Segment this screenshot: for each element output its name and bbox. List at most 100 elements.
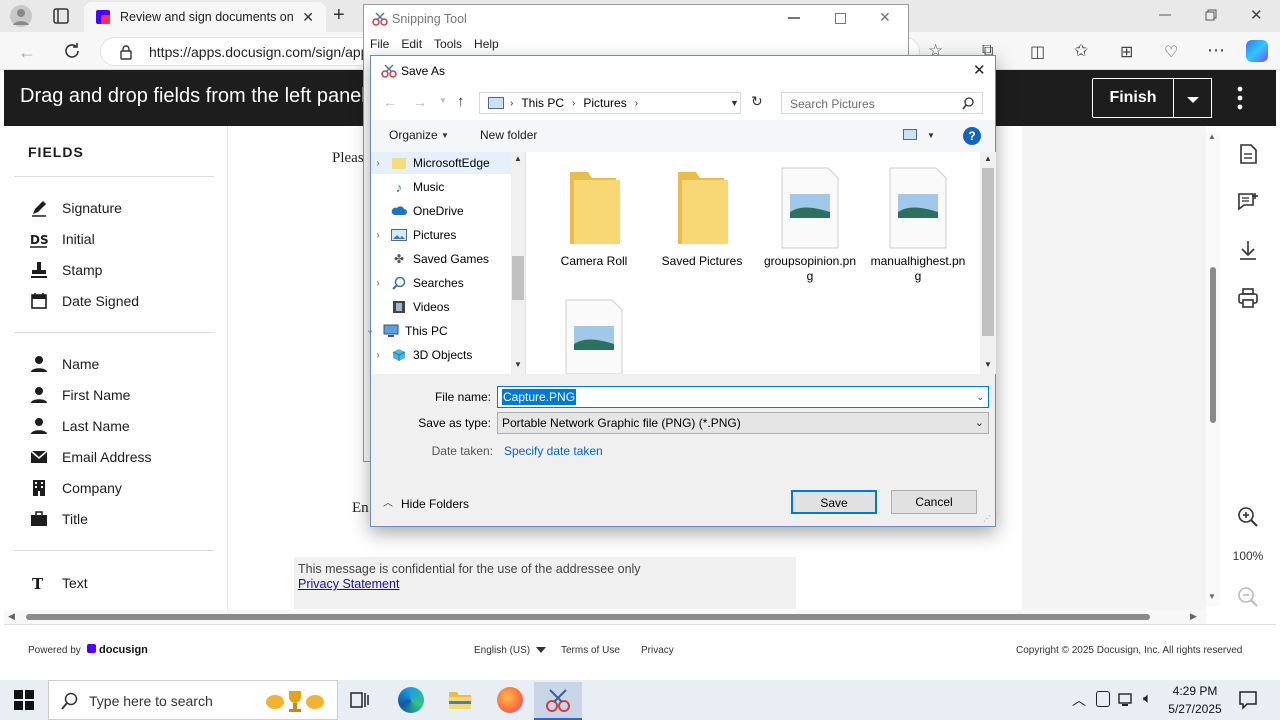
clock-date[interactable]: 5/27/2025 — [1166, 702, 1224, 716]
more-icon[interactable]: ⋯ — [1207, 40, 1225, 61]
file-item-saved-pictures[interactable]: Saved Pictures — [654, 166, 750, 269]
document-icon[interactable] — [1237, 143, 1259, 165]
privacy-statement-link[interactable]: Privacy Statement — [298, 577, 399, 591]
restore-browser-icon[interactable] — [1204, 8, 1218, 22]
edge-taskbar-icon[interactable] — [398, 687, 424, 713]
zoom-out-icon[interactable] — [1237, 586, 1259, 608]
task-view-icon[interactable] — [350, 690, 370, 710]
menu-edit[interactable]: Edit — [395, 37, 428, 51]
scroll-thumb[interactable] — [982, 168, 994, 336]
field-initial[interactable]: DS Initial — [30, 227, 95, 251]
save-type-select[interactable]: Portable Network Graphic file (PNG) (*.P… — [497, 412, 989, 434]
breadcrumb[interactable]: › This PC › Pictures › ▼ — [479, 92, 741, 114]
view-options-icon[interactable] — [903, 129, 917, 140]
organize-button[interactable]: Organize — [389, 128, 438, 142]
new-tab-button[interactable]: + — [333, 4, 345, 27]
tree-item-music[interactable]: ♪ Music — [371, 176, 511, 198]
profile-avatar[interactable] — [10, 5, 32, 27]
terms-of-use-link[interactable]: Terms of Use — [561, 645, 620, 656]
recent-locations-icon[interactable]: ▼ — [439, 96, 447, 105]
scroll-thumb[interactable] — [1210, 267, 1216, 423]
cancel-button[interactable]: Cancel — [891, 490, 977, 514]
back-icon[interactable]: ← — [383, 94, 397, 110]
field-date-signed[interactable]: Date Signed — [30, 289, 139, 313]
file-item-image[interactable] — [546, 298, 642, 374]
kebab-menu-icon[interactable] — [1234, 84, 1246, 112]
field-first-name[interactable]: First Name — [30, 383, 130, 407]
menu-help[interactable]: Help — [468, 37, 505, 51]
scroll-up-icon[interactable]: ▲ — [984, 154, 992, 163]
hide-folders-chevron-icon[interactable]: ︿ — [383, 494, 393, 509]
field-company[interactable]: Company — [30, 476, 122, 500]
scroll-down-icon[interactable]: ▼ — [514, 360, 522, 369]
privacy-link[interactable]: Privacy — [641, 645, 674, 656]
chevron-down-icon[interactable]: ▼ — [441, 131, 449, 140]
field-last-name[interactable]: Last Name — [30, 414, 130, 438]
language-selector[interactable]: English (US) — [474, 645, 530, 656]
chevron-down-icon[interactable]: ⌄ — [975, 416, 984, 429]
save-as-titlebar[interactable]: Save As ✕ — [371, 56, 995, 86]
refresh-icon[interactable]: ↻ — [751, 93, 763, 110]
field-signature[interactable]: Signature — [30, 196, 122, 220]
print-icon[interactable] — [1237, 287, 1259, 309]
chevron-down-icon[interactable]: ⌄ — [976, 392, 984, 403]
field-name[interactable]: Name — [30, 352, 99, 376]
taskbar-search-box[interactable]: Type here to search — [48, 680, 338, 720]
tree-item-pictures[interactable]: › Pictures — [371, 224, 511, 246]
split-screen-icon[interactable]: ◫ — [1030, 42, 1045, 62]
close-icon[interactable]: ✕ — [973, 61, 986, 79]
snipping-tool-taskbar-icon[interactable] — [534, 682, 582, 720]
field-title[interactable]: Title — [30, 507, 88, 531]
file-list-scrollbar[interactable]: ▲ ▼ — [980, 152, 996, 374]
minimize-browser-icon[interactable] — [1158, 8, 1172, 22]
notification-center-icon[interactable] — [1238, 690, 1258, 710]
scroll-up-icon[interactable]: ▲ — [1208, 132, 1216, 141]
horizontal-scrollbar[interactable]: ◀ ▶ — [4, 610, 1206, 624]
menu-file[interactable]: File — [364, 37, 395, 51]
snipping-tool-titlebar[interactable]: Snipping Tool ✕ — [364, 5, 908, 33]
chevron-down-icon[interactable]: ▼ — [730, 98, 739, 108]
field-text[interactable]: T Text — [30, 571, 88, 595]
specify-date-taken-link[interactable]: Specify date taken — [504, 444, 603, 458]
expand-chevron-icon[interactable]: › — [371, 158, 385, 169]
tree-item-this-pc[interactable]: › This PC — [363, 320, 503, 342]
expand-chevron-icon[interactable]: › — [371, 230, 385, 241]
tree-item-searches[interactable]: › Searches — [371, 272, 511, 294]
scroll-right-icon[interactable]: ▶ — [1190, 611, 1197, 622]
close-browser-icon[interactable]: ✕ — [1250, 6, 1263, 24]
tab-actions-icon[interactable] — [52, 7, 70, 25]
tree-item-microsoftedge[interactable]: › MicrosoftEdge — [371, 152, 511, 174]
chevron-down-icon[interactable] — [536, 647, 546, 653]
volume-icon[interactable]: 🔈︎ — [1143, 690, 1152, 707]
maximize-icon[interactable] — [835, 13, 846, 24]
expand-chevron-icon[interactable]: › — [371, 350, 385, 361]
save-button[interactable]: Save — [791, 490, 877, 514]
scroll-up-icon[interactable]: ▲ — [514, 154, 522, 163]
field-stamp[interactable]: Stamp — [30, 258, 102, 282]
copilot-icon[interactable] — [1246, 40, 1268, 62]
network-icon[interactable] — [1118, 692, 1136, 708]
chevron-down-icon[interactable]: ▼ — [927, 131, 935, 140]
document-vertical-scrollbar[interactable]: ▲ ▼ — [1206, 132, 1220, 606]
refresh-icon[interactable] — [62, 41, 82, 61]
zoom-in-icon[interactable] — [1237, 506, 1259, 528]
finish-button[interactable]: Finish — [1092, 78, 1174, 118]
tree-item-videos[interactable]: Videos — [371, 296, 511, 318]
tree-item-onedrive[interactable]: OneDrive — [371, 200, 511, 222]
start-button[interactable] — [14, 690, 34, 710]
forward-icon[interactable]: → — [413, 94, 427, 110]
file-item-groupsopinion[interactable]: groupsopinion.png — [762, 166, 858, 284]
new-folder-button[interactable]: New folder — [480, 128, 537, 142]
search-pictures-input[interactable]: Search Pictures — [781, 92, 983, 114]
hide-folders-button[interactable]: Hide Folders — [401, 497, 469, 511]
field-email-address[interactable]: Email Address — [30, 445, 151, 469]
tree-item-saved-games[interactable]: ✤ Saved Games — [371, 248, 511, 270]
clock-time[interactable]: 4:29 PM — [1166, 684, 1224, 698]
close-tab-icon[interactable]: ✕ — [302, 9, 314, 26]
tree-scrollbar[interactable]: ▲ ▼ — [511, 152, 525, 374]
scroll-left-icon[interactable]: ◀ — [8, 611, 15, 622]
collapse-chevron-icon[interactable]: › — [365, 324, 376, 338]
breadcrumb-this-pc[interactable]: This PC — [521, 96, 564, 110]
close-icon[interactable]: ✕ — [879, 9, 891, 26]
up-folder-icon[interactable]: ↑ — [457, 93, 465, 110]
